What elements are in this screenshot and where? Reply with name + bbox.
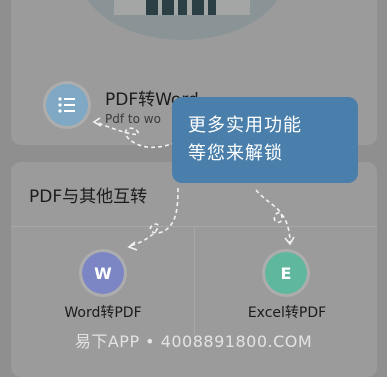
feature-subtitle: Pdf to wo (105, 112, 161, 126)
hero-city-image (114, 0, 250, 15)
tooltip-line-2: 等您来解锁 (188, 143, 283, 164)
section-title: PDF与其他互转 (29, 187, 148, 207)
grid-item-excel-to-pdf[interactable]: Excel转PDF (212, 302, 362, 322)
word-icon-glyph: W (94, 263, 112, 283)
divider (194, 226, 195, 336)
tooltip-line-1: 更多实用功能 (188, 115, 302, 136)
word-icon[interactable]: W (82, 252, 124, 294)
watermark: 易下APP • 4008891800.COM (74, 332, 313, 351)
list-icon[interactable] (46, 84, 88, 126)
grid-item-word-to-pdf[interactable]: Word转PDF (28, 302, 178, 322)
excel-icon-glyph: E (280, 263, 292, 283)
unlock-features-tooltip: 更多实用功能 等您来解锁 (172, 97, 358, 183)
excel-icon[interactable]: E (265, 252, 307, 294)
